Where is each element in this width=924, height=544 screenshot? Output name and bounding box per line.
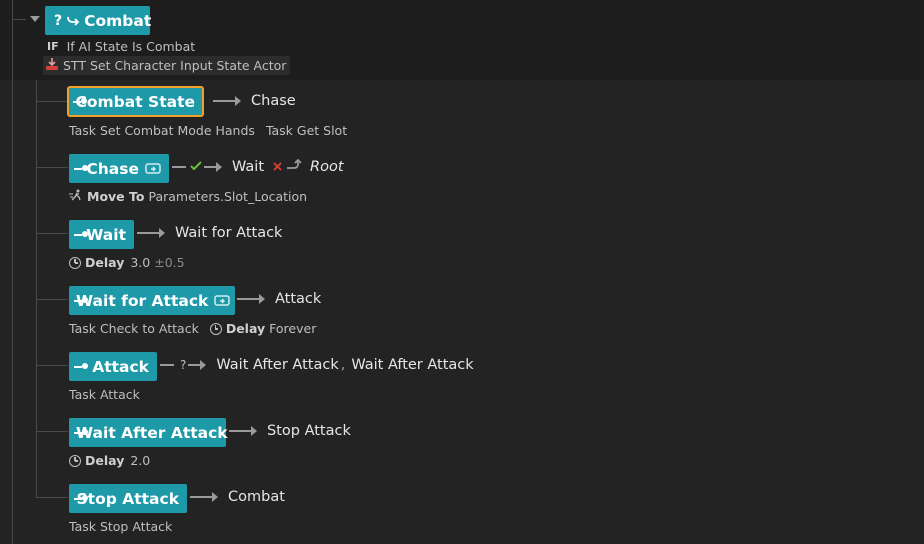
arrow-icon (229, 426, 257, 436)
task-delay[interactable]: Delay 3.0 ±0.5 (69, 255, 185, 270)
arrow-icon (237, 294, 265, 304)
transition-random[interactable]: ? Wait After Attack , Wait After Attack (160, 357, 474, 373)
delay-value: 2.0 (130, 453, 151, 468)
delay-label: Delay (85, 453, 125, 468)
linked-subtree-icon (214, 294, 231, 307)
state-node-chase[interactable]: Chase (69, 154, 169, 183)
state-label: Combat State (75, 92, 196, 111)
parent-task[interactable]: STT Set Character Input State Actor (43, 56, 291, 75)
selector-glyph: ? (54, 12, 63, 29)
tree-line-children (36, 80, 37, 498)
transition-target: Stop Attack (267, 423, 351, 439)
clock-icon (69, 256, 81, 269)
task-list: Task Set Combat Mode Hands Task Get Slot (69, 123, 347, 138)
state-node-stop-attack[interactable]: Stop Attack (69, 484, 187, 513)
task-list: Task Check to Attack Delay Forever (69, 321, 316, 336)
delay-label: Delay (85, 255, 125, 270)
linked-subtree-icon (145, 162, 161, 175)
arrow-icon (137, 228, 165, 238)
transition[interactable]: Chase (213, 93, 296, 109)
task-param: Parameters.Slot_Location (148, 189, 308, 204)
enter-state-icon (74, 230, 89, 240)
random-glyph: ? (180, 358, 187, 372)
transition-target: Attack (275, 291, 322, 307)
task-verb: Move To (87, 189, 145, 204)
task-list: Task Stop Attack (69, 519, 172, 534)
transition[interactable]: Combat (190, 489, 285, 505)
state-label: Attack (92, 357, 149, 376)
condition-text: If AI State Is Combat (66, 39, 196, 54)
state-node-wait-after-attack[interactable]: Wait After Attack (69, 418, 228, 447)
transition-success[interactable]: Wait (172, 159, 264, 175)
state-label: Stop Attack (76, 489, 179, 508)
transition-target: Wait for Attack (175, 225, 283, 241)
tree-branch (36, 167, 68, 168)
tree-line-root (12, 0, 13, 544)
transition-target: Chase (251, 93, 296, 109)
enter-state-icon (74, 164, 89, 174)
transition-target: Wait After Attack (216, 357, 339, 373)
enter-state-icon (74, 494, 82, 504)
state-label: Wait (86, 225, 126, 244)
state-node-attack[interactable]: Attack (69, 352, 157, 381)
task-delay[interactable]: Delay 2.0 (69, 453, 150, 468)
task-list: Task Attack (69, 387, 140, 402)
chevron-down-icon[interactable] (30, 16, 40, 22)
state-node-combat-state[interactable]: Combat State (67, 86, 204, 117)
task-label[interactable]: Task Get Slot (266, 123, 347, 138)
tree-branch-root (12, 19, 26, 20)
move-to-icon (69, 189, 84, 204)
transition[interactable]: Attack (237, 291, 321, 307)
clock-icon (69, 454, 81, 467)
transition-fail[interactable]: Root (273, 158, 344, 175)
tree-branch (36, 365, 68, 366)
arrow-icon (213, 96, 241, 106)
enter-state-icon (74, 362, 90, 372)
state-node-combat[interactable]: ? Combat (45, 6, 152, 35)
state-label: Combat (84, 11, 152, 30)
state-node-wait[interactable]: Wait (69, 220, 134, 249)
task-label: STT Set Character Input State Actor (63, 58, 287, 73)
transition-target: Root (310, 159, 344, 175)
delay-value: 3.0 (130, 255, 151, 270)
transition-target: Wait After Attack (351, 357, 474, 373)
delay-value: Forever (269, 321, 317, 336)
task-label[interactable]: Task Stop Attack (69, 519, 172, 534)
task-label[interactable]: Task Attack (69, 387, 140, 402)
delay-variance: ±0.5 (154, 255, 185, 270)
delay-label[interactable]: Delay (226, 321, 265, 336)
cross-icon (273, 159, 282, 175)
task-actor-icon (45, 57, 59, 74)
state-label: Wait for Attack (76, 291, 209, 310)
enter-condition[interactable]: IF If AI State Is Combat (47, 39, 195, 54)
arrow-icon (188, 360, 207, 370)
transition[interactable]: Stop Attack (229, 423, 351, 439)
tree-branch (36, 497, 68, 498)
transition-target: Wait (232, 159, 265, 175)
task-label[interactable]: Task Check to Attack (69, 321, 199, 336)
checkmark-icon (190, 159, 202, 175)
transition-target: Combat (228, 489, 285, 505)
task-label[interactable]: Task Set Combat Mode Hands (69, 123, 255, 138)
tree-branch (36, 431, 68, 432)
state-label: Wait After Attack (76, 423, 228, 442)
tree-branch (36, 101, 68, 102)
selector-arrow-icon (66, 12, 80, 30)
transition[interactable]: Wait for Attack (137, 225, 282, 241)
enter-state-icon (73, 97, 80, 107)
arrow-icon (204, 162, 222, 172)
state-label: Chase (86, 159, 139, 178)
state-node-wait-for-attack[interactable]: Wait for Attack (69, 286, 235, 315)
jump-arrow-icon (286, 158, 302, 175)
task-move-to[interactable]: Move To Parameters.Slot_Location (69, 189, 307, 204)
tree-branch (36, 299, 68, 300)
arrow-icon (190, 492, 218, 502)
condition-tag: IF (47, 40, 59, 53)
clock-icon (209, 322, 222, 335)
tree-branch (36, 233, 68, 234)
